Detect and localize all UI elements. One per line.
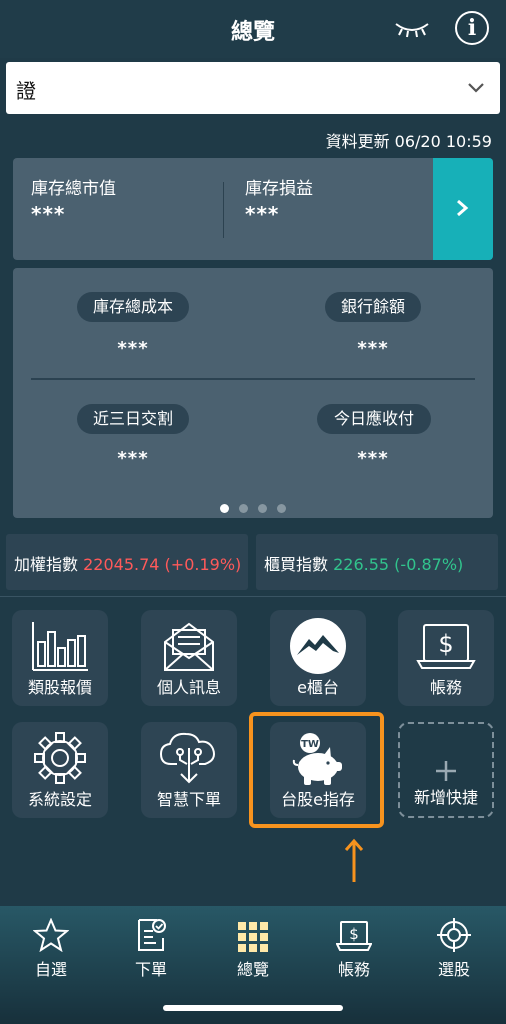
account-detail-card[interactable]: 庫存總成本 *** 銀行餘額 *** 近三日交割 *** 今日應收付 *** — [13, 268, 493, 518]
tab-overview[interactable]: 總覽 — [213, 916, 293, 980]
index-value: 22045.74 (+0.19%) — [83, 555, 242, 574]
shortcut-smart-order[interactable]: 智慧下單 — [141, 722, 237, 818]
update-timestamp: 資料更新 06/20 10:59 — [325, 132, 492, 151]
shortcut-accounts[interactable]: $ 帳務 — [398, 610, 494, 706]
cost-value: *** — [117, 338, 149, 359]
page-dot[interactable] — [258, 504, 267, 513]
page-indicator[interactable] — [13, 498, 493, 517]
shortcut-e-counter[interactable]: e櫃台 — [270, 610, 366, 706]
bank-label: 銀行餘額 — [325, 292, 421, 322]
settle-label: 近三日交割 — [77, 404, 189, 434]
order-form-icon — [138, 919, 166, 951]
star-icon — [33, 918, 69, 952]
shortcut-label: 系統設定 — [27, 790, 92, 809]
bank-value: *** — [357, 338, 389, 359]
chevron-down-icon — [468, 83, 484, 93]
account-select[interactable]: 證 — [6, 62, 500, 114]
dollar-monitor-icon: $ — [416, 624, 476, 669]
shortcut-sector-quotes[interactable]: 類股報價 — [12, 610, 108, 706]
gear-icon — [34, 732, 86, 784]
shortcut-messages[interactable]: 個人訊息 — [141, 610, 237, 706]
tab-watchlist[interactable]: 自選 — [11, 916, 91, 980]
eye-closed-icon[interactable] — [394, 20, 430, 40]
index-value: 226.55 (-0.87%) — [333, 555, 464, 574]
cost-label: 庫存總成本 — [77, 292, 189, 322]
home-indicator[interactable] — [163, 1005, 343, 1011]
divider — [0, 596, 506, 597]
dollar-monitor-icon: $ — [336, 921, 372, 951]
svg-text:$: $ — [438, 630, 453, 658]
page-dot[interactable] — [220, 504, 229, 513]
shortcut-settings[interactable]: 系統設定 — [12, 722, 108, 818]
top-bar: 總覽 i — [0, 0, 506, 58]
index-name: 加權指數 — [14, 555, 79, 574]
arrow-up-icon — [344, 838, 364, 882]
market-value: *** — [31, 202, 66, 226]
account-select-value: 證 — [16, 79, 36, 103]
tab-order[interactable]: 下單 — [111, 916, 191, 980]
plus-icon — [436, 761, 456, 781]
highlight-frame — [249, 712, 384, 828]
mail-icon — [164, 622, 214, 671]
page-title: 總覽 — [230, 20, 275, 45]
mountain-logo-icon — [290, 618, 346, 674]
bar-chart-icon — [32, 622, 88, 671]
tab-label: 選股 — [437, 960, 470, 979]
svg-text:$: $ — [349, 925, 359, 943]
tab-stock-picker[interactable]: 選股 — [414, 916, 494, 980]
shortcut-label: 帳務 — [429, 678, 462, 697]
divider — [223, 182, 224, 238]
index-name: 櫃買指數 — [264, 555, 329, 574]
page-dot[interactable] — [277, 504, 286, 513]
info-icon[interactable]: i — [455, 11, 489, 45]
tab-label: 自選 — [34, 960, 67, 979]
market-value-label: 庫存總市值 — [31, 179, 116, 199]
settle-value: *** — [117, 448, 149, 469]
inventory-summary-card: 庫存總市值 *** 庫存損益 *** — [13, 158, 493, 260]
divider — [31, 378, 475, 380]
shortcut-label: 個人訊息 — [156, 678, 221, 697]
tab-label: 帳務 — [337, 960, 370, 979]
summary-detail-button[interactable] — [433, 158, 493, 260]
page-dot[interactable] — [239, 504, 248, 513]
target-icon — [437, 918, 471, 952]
tab-label: 總覽 — [236, 960, 269, 979]
chevron-right-icon — [457, 199, 469, 217]
pnl-label: 庫存損益 — [245, 179, 313, 199]
shortcut-label: e櫃台 — [297, 678, 339, 697]
tab-accounts[interactable]: $ 帳務 — [314, 916, 394, 980]
shortcut-label: 類股報價 — [27, 678, 92, 697]
shortcut-label: 新增快捷 — [413, 788, 478, 807]
shortcut-add[interactable]: 新增快捷 — [398, 722, 494, 818]
otc-index[interactable]: 櫃買指數 226.55 (-0.87%) — [256, 534, 498, 590]
tab-label: 下單 — [134, 960, 167, 979]
receivable-value: *** — [357, 448, 389, 469]
grid-icon — [238, 922, 268, 952]
pnl-value: *** — [245, 202, 280, 226]
cloud-download-icon — [159, 732, 215, 784]
taiex-index[interactable]: 加權指數 22045.74 (+0.19%) — [6, 534, 248, 590]
shortcut-label: 智慧下單 — [156, 790, 221, 809]
receivable-label: 今日應收付 — [317, 404, 431, 434]
